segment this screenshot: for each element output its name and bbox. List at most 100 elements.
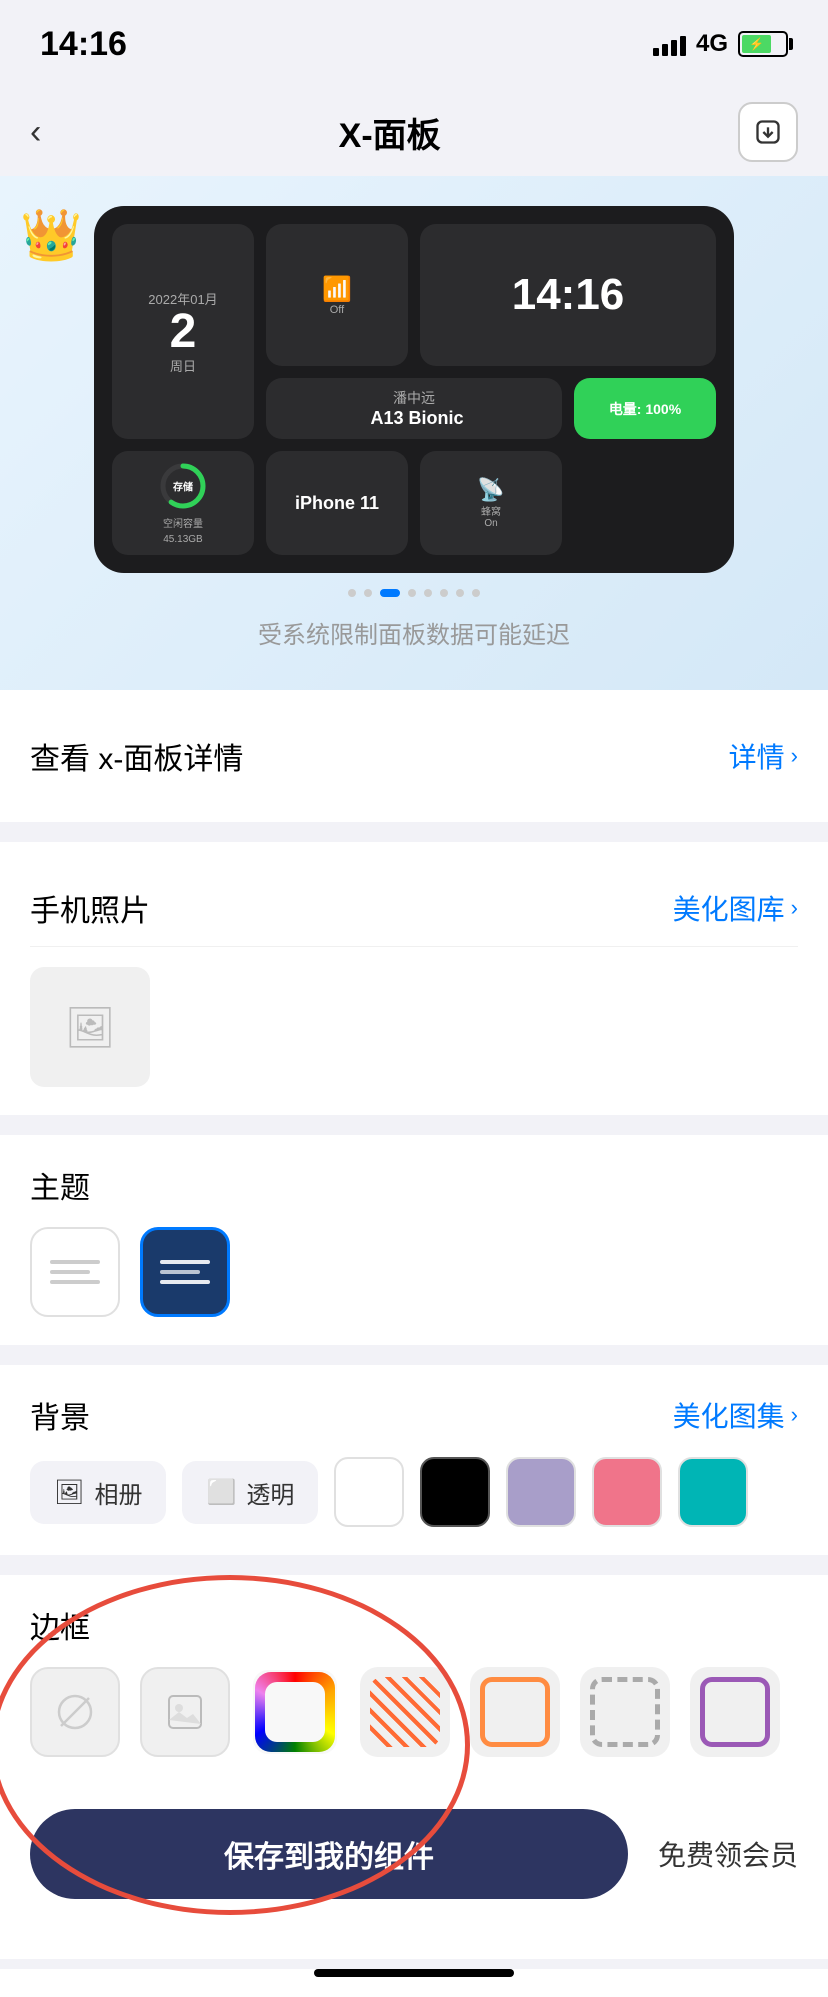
border-purple[interactable] — [690, 1667, 780, 1757]
theme-section: 主题 — [0, 1135, 828, 1345]
theme-title: 主题 — [30, 1163, 798, 1207]
photos-label: 手机照片 — [30, 886, 150, 930]
cellular-status: 蜂窝 — [481, 503, 501, 518]
page-dot-2[interactable] — [380, 589, 400, 597]
storage-ring: 存储 — [158, 461, 208, 511]
storage-size: 45.13GB — [163, 534, 202, 545]
vip-label: 免费领会员 — [658, 1840, 798, 1871]
page-dot-6[interactable] — [456, 589, 464, 597]
wifi-icon: 📶 — [322, 275, 352, 304]
vip-button[interactable]: 免费领会员 — [658, 1834, 798, 1874]
iphone-model-label: iPhone 11 — [295, 493, 379, 514]
status-bar: 14:16 4G ⚡ — [0, 0, 828, 88]
page-dot-1[interactable] — [364, 589, 372, 597]
status-icons: 4G ⚡ — [653, 30, 788, 58]
device-info: A13 Bionic — [364, 408, 463, 429]
date-day: 2 — [170, 308, 197, 356]
widget-preview-area: 👑 2022年01月 2 周日 📶 Off 14:16 电量: 100% 潘中远… — [0, 176, 828, 690]
bg-options: 🖼 相册 ⬜ 透明 — [30, 1457, 798, 1527]
person-cell: 潘中远 A13 Bionic — [266, 378, 562, 439]
cellular-cell: 📡 蜂窝 On — [420, 451, 562, 555]
color-purple[interactable] — [506, 1457, 576, 1527]
bottom-action-bar: 保存到我的组件 免费领会员 — [0, 1785, 828, 1959]
time-cell: 14:16 — [420, 224, 716, 366]
transparent-icon: ⬜ — [206, 1478, 236, 1507]
border-image[interactable] — [140, 1667, 230, 1757]
page-dot-5[interactable] — [440, 589, 448, 597]
page-dot-4[interactable] — [424, 589, 432, 597]
person-name: 潘中远 — [393, 388, 435, 408]
details-label: 查看 x-面板详情 — [30, 734, 243, 778]
crown-icon: 👑 — [20, 206, 82, 265]
border-diagonal[interactable] — [360, 1667, 450, 1757]
photo-icon: 🖼 — [65, 1004, 116, 1051]
storage-free: 空闲容量 — [163, 515, 203, 530]
widget-time: 14:16 — [512, 270, 625, 320]
save-label: 保存到我的组件 — [224, 1832, 434, 1876]
theme-dark[interactable] — [140, 1227, 230, 1317]
signal-icon — [653, 32, 686, 56]
light-theme-lines — [40, 1250, 110, 1294]
battery-fill: ⚡ — [742, 35, 771, 53]
border-options — [30, 1667, 798, 1757]
status-time: 14:16 — [40, 25, 127, 64]
color-white[interactable] — [334, 1457, 404, 1527]
transparent-button[interactable]: ⬜ 透明 — [182, 1461, 318, 1524]
chevron-right-icon: › — [791, 743, 798, 769]
download-button[interactable] — [738, 102, 798, 162]
background-section: 背景 美化图集 › 🖼 相册 ⬜ 透明 — [0, 1365, 828, 1555]
dark-theme-lines — [150, 1250, 220, 1294]
page-title: X-面板 — [339, 108, 441, 157]
border-dashed[interactable] — [580, 1667, 670, 1757]
wifi-cell: 📶 Off — [266, 224, 408, 366]
save-button[interactable]: 保存到我的组件 — [30, 1809, 628, 1899]
bg-chevron-icon: › — [791, 1402, 798, 1428]
page-dot-7[interactable] — [472, 589, 480, 597]
network-label: 4G — [696, 30, 728, 58]
album-icon: 🖼 — [54, 1478, 84, 1507]
photos-chevron-icon: › — [791, 895, 798, 921]
bg-header: 背景 美化图集 › — [30, 1393, 798, 1437]
border-rainbow[interactable] — [250, 1667, 340, 1757]
wifi-status: Off — [330, 304, 344, 316]
nav-bar: ‹ X-面板 — [0, 88, 828, 176]
border-title: 边框 — [30, 1603, 798, 1647]
date-weekday: 周日 — [170, 356, 196, 375]
battery-container: ⚡ — [738, 31, 788, 57]
widget-battery-label: 电量: 100% — [609, 399, 681, 419]
details-link[interactable]: 详情 › — [729, 736, 798, 776]
details-section: 查看 x-面板详情 详情 › — [0, 690, 828, 822]
border-none[interactable] — [30, 1667, 120, 1757]
iphone-model-cell: iPhone 11 — [266, 451, 408, 555]
delay-notice: 受系统限制面板数据可能延迟 — [20, 605, 808, 670]
storage-label: 存储 — [173, 479, 193, 494]
border-orange[interactable] — [470, 1667, 560, 1757]
theme-light[interactable] — [30, 1227, 120, 1317]
cellular-icon: 📡 — [477, 477, 504, 503]
photos-link[interactable]: 美化图库 › — [673, 888, 798, 928]
battery-bolt-icon: ⚡ — [749, 37, 764, 51]
color-teal[interactable] — [678, 1457, 748, 1527]
back-button[interactable]: ‹ — [30, 113, 41, 152]
photo-placeholder: 🖼 — [30, 967, 150, 1087]
transparent-label: 透明 — [246, 1475, 294, 1510]
home-indicator — [314, 1969, 514, 1977]
theme-options — [30, 1227, 798, 1317]
color-pink[interactable] — [592, 1457, 662, 1527]
bg-link[interactable]: 美化图集 › — [673, 1395, 798, 1435]
page-dot-3[interactable] — [408, 589, 416, 597]
album-button[interactable]: 🖼 相册 — [30, 1461, 166, 1524]
photos-section: 手机照片 美化图库 › 🖼 — [0, 842, 828, 1115]
border-section: 边框 — [0, 1575, 828, 1785]
album-label: 相册 — [94, 1475, 142, 1510]
widget-battery-cell: 电量: 100% — [574, 378, 716, 439]
page-dot-0[interactable] — [348, 589, 356, 597]
details-row: 查看 x-面板详情 详情 › — [30, 718, 798, 794]
device-chip: A13 Bionic — [370, 408, 463, 429]
bg-title: 背景 — [30, 1393, 90, 1437]
color-black[interactable] — [420, 1457, 490, 1527]
battery-icon: ⚡ — [738, 31, 788, 57]
page-indicators — [20, 589, 808, 597]
cellular-on: On — [484, 518, 497, 529]
date-cell: 2022年01月 2 周日 — [112, 224, 254, 439]
